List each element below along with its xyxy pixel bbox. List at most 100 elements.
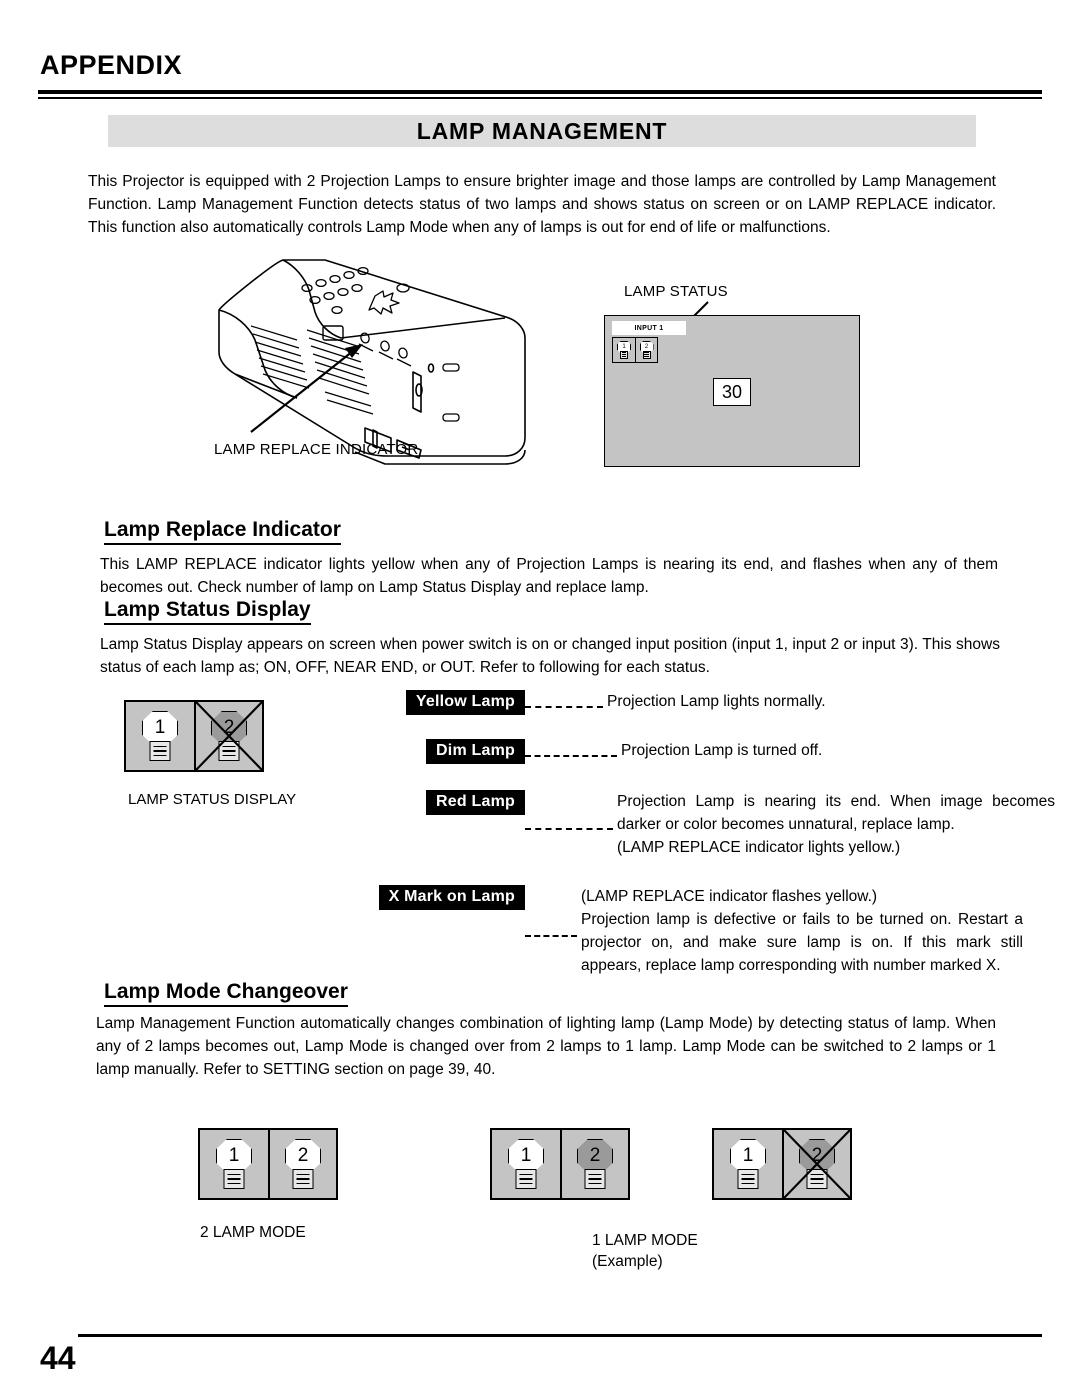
- legend-tag-col: X Mark on Lamp: [330, 885, 525, 910]
- page-number: 44: [40, 1340, 76, 1376]
- lamp-base: [737, 1169, 759, 1189]
- legend-dash-connector: [525, 934, 577, 937]
- legend-line: Projection Lamp is nearing its end. When…: [617, 793, 1055, 833]
- status-badge-dim-lamp: Dim Lamp: [426, 739, 525, 764]
- lamp-cell-1: 1: [126, 702, 194, 770]
- lamp-cell-1: 1: [200, 1130, 268, 1198]
- lamp-base: [806, 1169, 828, 1189]
- legend-description: (LAMP REPLACE indicator flashes yellow.)…: [577, 885, 1023, 977]
- lamp-bulb-icon-dim: 2: [575, 1139, 615, 1189]
- caption-lamp-status-display: LAMP STATUS DISPLAY: [128, 791, 297, 808]
- lamp-bulb-icon: 1: [214, 1139, 254, 1189]
- lamp-bulb-icon: 1: [140, 711, 180, 761]
- legend-dash-connector: [525, 828, 613, 830]
- legend-description: Projection Lamp is turned off.: [617, 739, 1010, 762]
- legend-description: Projection Lamp is nearing its end. When…: [613, 790, 1055, 859]
- input-source-label: INPUT 1: [612, 321, 686, 335]
- lamp-cell-1: 1: [613, 338, 635, 362]
- page-title: APPENDIX: [40, 50, 183, 80]
- lamp-bulb-icon: 1: [728, 1139, 768, 1189]
- lamp-base: [642, 350, 651, 359]
- lamp-group: 1 2: [124, 700, 264, 772]
- lamp-group: 1 2: [612, 337, 658, 363]
- onscreen-display-figure: INPUT 1 1 2 30: [604, 315, 860, 467]
- heading-lamp-status-display: Lamp Status Display: [104, 598, 311, 625]
- lamp-cell-1: 1: [492, 1130, 560, 1198]
- onscreen-lamp-status-icons: 1 2: [612, 337, 658, 365]
- legend-line: (LAMP REPLACE indicator flashes yellow.): [581, 888, 878, 905]
- figure-1-lamp-mode-b: 1 2: [712, 1128, 852, 1200]
- lamp-base: [218, 741, 240, 761]
- lamp-status-display-figure: 1 2: [124, 700, 264, 772]
- lamp-group: 1 2: [490, 1128, 630, 1200]
- section-banner-title: LAMP MANAGEMENT: [416, 117, 668, 144]
- paragraph-lamp-mode-changeover: Lamp Management Function automatically c…: [96, 1015, 996, 1078]
- lamp-number: 2: [211, 711, 247, 745]
- lamp-cell-1: 1: [714, 1130, 782, 1198]
- lamp-bulb-icon: 2: [283, 1139, 323, 1189]
- lamp-base: [584, 1169, 606, 1189]
- heading-lamp-replace-indicator: Lamp Replace Indicator: [104, 518, 341, 545]
- legend-line: Projection lamp is defective or fails to…: [581, 911, 1023, 974]
- legend-description: Projection Lamp lights normally.: [603, 690, 1010, 713]
- lamp-bulb-icon-dim: 2: [209, 711, 249, 761]
- header-rule-thick: [38, 90, 1042, 94]
- lamp-bulb-icon: 1: [506, 1139, 546, 1189]
- lamp-base: [620, 350, 628, 359]
- lamp-status-legend: Yellow Lamp Projection Lamp lights norma…: [330, 690, 1055, 977]
- paragraph-lamp-replace-indicator: This LAMP REPLACE indicator lights yello…: [100, 556, 998, 596]
- legend-line: (LAMP REPLACE indicator lights yellow.): [617, 839, 901, 856]
- lamp-group: 1 2: [712, 1128, 852, 1200]
- lamp-number: 1: [216, 1139, 252, 1173]
- lamp-base: [292, 1169, 314, 1189]
- legend-line: Projection Lamp lights normally.: [607, 693, 826, 710]
- paragraph-lamp-status-display: Lamp Status Display appears on screen wh…: [100, 636, 1000, 676]
- caption-line-2: (Example): [592, 1253, 663, 1270]
- lamp-base: [149, 741, 171, 761]
- caption-line-1: 1 LAMP MODE: [592, 1232, 698, 1249]
- status-badge-x-mark-on-lamp: X Mark on Lamp: [378, 885, 525, 910]
- caption-2-lamp-mode: 2 LAMP MODE: [200, 1224, 306, 1241]
- lamp-number: 1: [730, 1139, 766, 1173]
- projector-illustration: [205, 252, 545, 472]
- lamp-bulb-icon: 2: [639, 340, 654, 360]
- lamp-group: 1 2: [198, 1128, 338, 1200]
- legend-row: Dim Lamp Projection Lamp is turned off.: [330, 739, 1010, 764]
- projector-drawing: [218, 259, 526, 465]
- caption-1-lamp-mode: 1 LAMP MODE (Example): [592, 1230, 698, 1272]
- legend-tag-col: Dim Lamp: [330, 739, 525, 764]
- lamp-hours-counter: 30: [713, 378, 751, 406]
- footer-rule: [78, 1334, 1042, 1337]
- header-rule-thin: [38, 97, 1042, 99]
- legend-dash-connector: [525, 706, 603, 708]
- lamp-cell-2: 2: [194, 702, 262, 770]
- lamp-number: 1: [508, 1139, 544, 1173]
- legend-row: Yellow Lamp Projection Lamp lights norma…: [330, 690, 1010, 715]
- status-badge-red-lamp: Red Lamp: [426, 790, 525, 815]
- lamp-bulb-icon: 1: [617, 340, 631, 360]
- callout-label-lamp-status: LAMP STATUS: [624, 283, 728, 300]
- section-banner: LAMP MANAGEMENT: [108, 115, 976, 147]
- lamp-number: 2: [799, 1139, 835, 1173]
- lamp-cell-2: 2: [268, 1130, 336, 1198]
- legend-dash-connector: [525, 755, 617, 757]
- legend-row: Red Lamp Projection Lamp is nearing its …: [330, 790, 1055, 859]
- lamp-base: [223, 1169, 245, 1189]
- lamp-number: 2: [577, 1139, 613, 1173]
- legend-tag-col: Yellow Lamp: [330, 690, 525, 715]
- lamp-number: 1: [142, 711, 178, 745]
- callout-label-lamp-replace-indicator: LAMP REPLACE INDICATOR: [214, 441, 419, 458]
- legend-row: X Mark on Lamp (LAMP REPLACE indicator f…: [330, 885, 1023, 977]
- figure-1-lamp-mode-a: 1 2: [490, 1128, 630, 1200]
- legend-line: Projection Lamp is turned off.: [621, 742, 823, 759]
- figure-2-lamp-mode: 1 2: [198, 1128, 338, 1200]
- lamp-cell-2: 2: [560, 1130, 628, 1198]
- status-badge-yellow-lamp: Yellow Lamp: [405, 690, 525, 715]
- lamp-cell-2: 2: [782, 1130, 850, 1198]
- lamp-cell-2: 2: [635, 338, 657, 362]
- heading-lamp-mode-changeover: Lamp Mode Changeover: [104, 980, 348, 1007]
- legend-tag-col: Red Lamp: [330, 790, 525, 815]
- lamp-bulb-icon-dim: 2: [797, 1139, 837, 1189]
- lamp-base: [515, 1169, 537, 1189]
- intro-paragraph: This Projector is equipped with 2 Projec…: [88, 173, 996, 236]
